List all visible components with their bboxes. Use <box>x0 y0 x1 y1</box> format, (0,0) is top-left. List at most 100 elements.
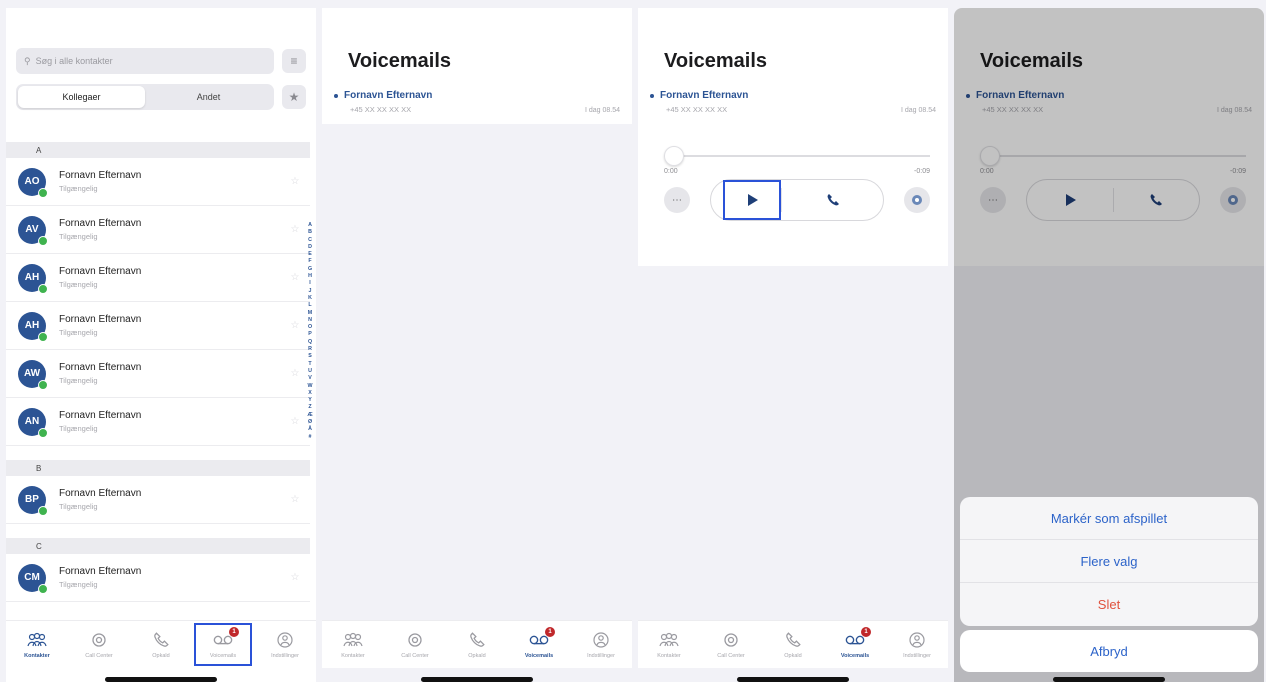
contact-row[interactable]: AN Fornavn Efternavn Tilgængelig ☆ <box>6 398 310 446</box>
search-row: ⚲ Søg i alle kontakter ≡ <box>6 38 316 74</box>
call-back-button[interactable] <box>782 180 883 220</box>
index-letter[interactable]: P <box>308 331 312 338</box>
index-letter[interactable]: N <box>308 317 312 324</box>
index-letter[interactable]: S <box>308 353 312 360</box>
tab-kollegaer[interactable]: Kollegaer <box>18 86 145 108</box>
contact-status: Tilgængelig <box>59 502 98 511</box>
voicemail-item[interactable]: Fornavn Efternavn +45 XX XX XX XX I dag … <box>638 84 948 124</box>
notification-badge: 1 <box>545 626 555 637</box>
favorite-star-icon[interactable]: ☆ <box>280 572 310 583</box>
remaining-time: -0:09 <box>914 168 930 175</box>
contact-row[interactable]: CM Fornavn Efternavn Tilgængelig ☆ <box>6 554 310 602</box>
index-letter[interactable]: C <box>308 237 312 244</box>
index-letter[interactable]: Q <box>308 339 312 346</box>
tab-call-center[interactable]: Call Center <box>384 621 446 668</box>
action-sheet: Markér som afspillet Flere valg Slet <box>960 497 1258 626</box>
tab-opkald[interactable]: Opkald <box>762 621 824 668</box>
index-letter[interactable]: K <box>308 295 312 302</box>
index-letter[interactable]: Z <box>308 404 311 411</box>
index-letter[interactable]: D <box>308 244 312 251</box>
index-letter[interactable]: U <box>308 368 312 375</box>
index-letter[interactable]: L <box>308 302 311 309</box>
voicemail-player-screen: Voicemails Fornavn Efternavn +45 XX XX X… <box>638 8 948 682</box>
voicemail-item[interactable]: Fornavn Efternavn +45 XX XX XX XX I dag … <box>322 84 632 124</box>
tab-andet[interactable]: Andet <box>145 86 272 108</box>
index-letter[interactable]: # <box>309 434 312 441</box>
call-center-icon <box>405 631 425 649</box>
speaker-button[interactable] <box>904 187 930 213</box>
contact-row[interactable]: AH Fornavn Efternavn Tilgængelig ☆ <box>6 254 310 302</box>
avatar-initials: CM <box>24 572 40 583</box>
avatar: AN <box>18 407 48 438</box>
tab-kontakter[interactable]: Kontakter <box>322 621 384 668</box>
index-letter[interactable]: J <box>309 288 312 295</box>
tab-indstillinger[interactable]: Indstillinger <box>570 621 632 668</box>
voicemail-icon: 1 <box>845 626 871 649</box>
status-bar <box>322 8 632 38</box>
index-letter[interactable]: Æ <box>307 412 312 419</box>
index-letter[interactable]: Y <box>308 397 312 404</box>
contact-row[interactable]: AV Fornavn Efternavn Tilgængelig ☆ <box>6 206 310 254</box>
index-letter[interactable]: I <box>309 280 310 287</box>
index-letter[interactable]: F <box>308 258 311 265</box>
index-letter[interactable]: T <box>308 361 311 368</box>
alphabet-index[interactable]: A B C D E F G H I J K L M N O P Q R S T U V W X Y Z Æ Ø Å # <box>306 222 314 441</box>
voicemail-icon: 1 <box>529 626 555 649</box>
index-letter[interactable]: B <box>308 229 312 236</box>
index-letter[interactable]: O <box>308 324 312 331</box>
presence-indicator <box>38 583 48 594</box>
voicemail-caller-name: Fornavn Efternavn <box>660 90 749 101</box>
tab-kontakter[interactable]: Kontakter <box>6 621 68 668</box>
tab-call-center[interactable]: Call Center <box>68 621 130 668</box>
slider-thumb[interactable] <box>664 146 684 166</box>
index-letter[interactable]: R <box>308 346 312 353</box>
index-letter[interactable]: Å <box>308 426 312 433</box>
contact-row[interactable]: AW Fornavn Efternavn Tilgængelig ☆ <box>6 350 310 398</box>
index-letter[interactable]: W <box>308 383 313 390</box>
index-letter[interactable]: H <box>308 273 312 280</box>
home-indicator <box>1053 677 1165 682</box>
index-letter[interactable]: G <box>308 266 312 273</box>
presence-indicator <box>38 331 48 342</box>
more-options-button[interactable]: ⋯ <box>664 187 690 213</box>
presence-indicator <box>38 187 48 198</box>
index-letter[interactable]: A <box>308 222 312 229</box>
index-letter[interactable]: M <box>308 310 312 317</box>
tab-call-center[interactable]: Call Center <box>700 621 762 668</box>
playback-slider[interactable] <box>664 146 930 166</box>
voicemails-screen: Voicemails Fornavn Efternavn +45 XX XX X… <box>322 8 632 682</box>
contact-row[interactable]: AH Fornavn Efternavn Tilgængelig ☆ <box>6 302 310 350</box>
tab-indstillinger[interactable]: Indstillinger <box>254 621 316 668</box>
delete-option[interactable]: Slet <box>960 583 1258 626</box>
mark-as-played-option[interactable]: Markér som afspillet <box>960 497 1258 540</box>
call-center-icon <box>89 631 109 649</box>
index-letter[interactable]: X <box>308 390 312 397</box>
section-header: A <box>6 142 310 158</box>
contact-row[interactable]: AO Fornavn Efternavn Tilgængelig ☆ <box>6 158 310 206</box>
filter-list-icon[interactable]: ≡ <box>282 49 306 73</box>
favorites-star-icon[interactable]: ★ <box>282 85 306 109</box>
tab-voicemails[interactable]: 1 Voicemails <box>192 621 254 668</box>
tab-bar: Kontakter Call Center Opkald 1 Voicemails Ind… <box>638 620 948 668</box>
index-letter[interactable]: V <box>308 375 312 382</box>
tab-voicemails[interactable]: 1 Voicemails <box>508 621 570 668</box>
tab-bar: Kontakter Call Center Opkald 1 Voicemails Ind… <box>6 620 316 668</box>
phone-icon <box>827 194 839 206</box>
favorite-star-icon[interactable]: ☆ <box>280 176 310 187</box>
index-letter[interactable]: E <box>308 251 312 258</box>
favorite-star-icon[interactable]: ☆ <box>280 494 310 505</box>
contact-row[interactable]: BP Fornavn Efternavn Tilgængelig ☆ <box>6 476 310 524</box>
search-input[interactable]: ⚲ Søg i alle kontakter <box>16 48 274 74</box>
contact-text: Fornavn Efternavn Tilgængelig <box>59 566 280 589</box>
section-header: B <box>6 460 310 476</box>
tab-kontakter[interactable]: Kontakter <box>638 621 700 668</box>
contact-text: Fornavn Efternavn Tilgængelig <box>59 266 280 289</box>
tab-indstillinger[interactable]: Indstillinger <box>886 621 948 668</box>
tab-opkald[interactable]: Opkald <box>130 621 192 668</box>
tab-voicemails[interactable]: 1 Voicemails <box>824 621 886 668</box>
cancel-button[interactable]: Afbryd <box>960 630 1258 672</box>
tab-opkald[interactable]: Opkald <box>446 621 508 668</box>
more-options-option[interactable]: Flere valg <box>960 540 1258 583</box>
play-button[interactable] <box>723 180 781 220</box>
avatar-initials: BP <box>25 494 39 505</box>
